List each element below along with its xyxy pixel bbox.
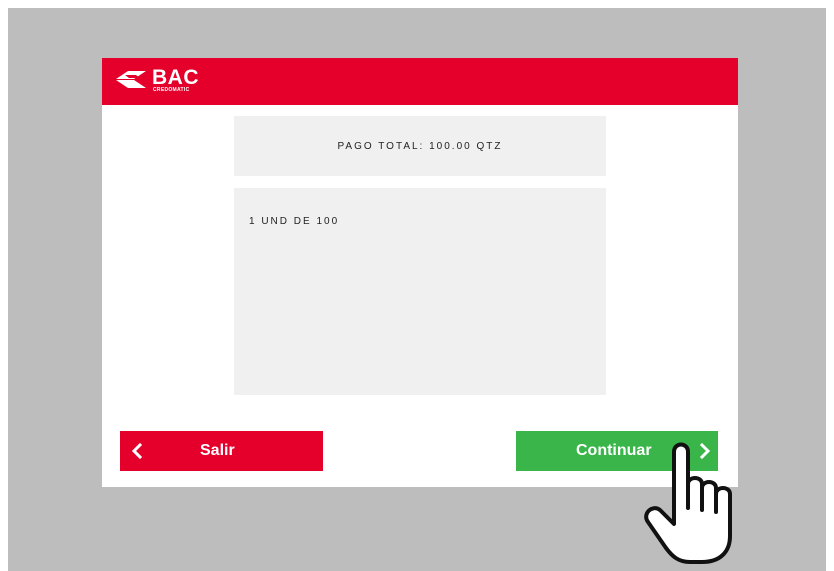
detail-line: 1 UND DE 100 <box>249 216 340 227</box>
bac-logo: BAC CREDOMATIC <box>116 66 226 97</box>
kiosk-screen: BAC CREDOMATIC PAGO TOTAL: 100.00 QTZ 1 … <box>102 58 738 487</box>
detail-panel: 1 UND DE 100 <box>234 188 606 395</box>
header-bar: BAC CREDOMATIC <box>102 58 738 105</box>
hand-pointer-icon <box>644 442 732 564</box>
exit-button[interactable]: Salir <box>120 431 323 471</box>
chevron-left-icon <box>132 443 142 459</box>
brand-subtitle: CREDOMATIC <box>153 87 190 93</box>
exit-button-label: Salir <box>200 442 235 459</box>
total-amount: PAGO TOTAL: 100.00 QTZ <box>337 140 503 152</box>
total-panel: PAGO TOTAL: 100.00 QTZ <box>234 116 606 176</box>
bac-logo-icon <box>116 71 146 88</box>
